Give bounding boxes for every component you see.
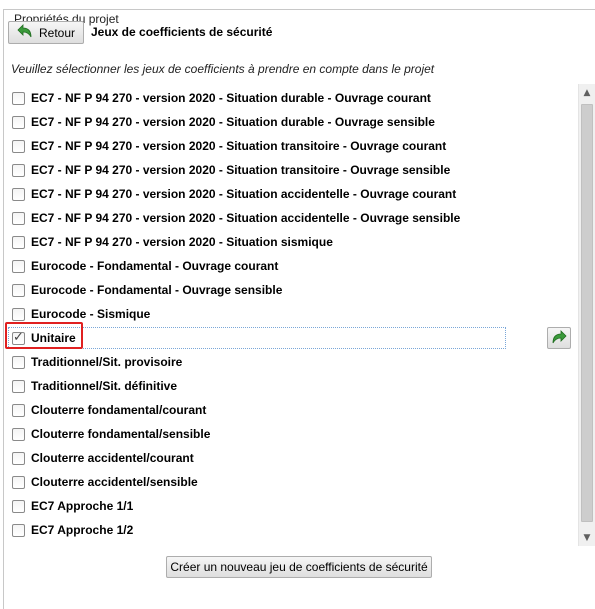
- item-label: EC7 Approche 1/1: [31, 499, 134, 513]
- item-label: Traditionnel/Sit. provisoire: [31, 355, 183, 369]
- item-checkbox[interactable]: [12, 330, 25, 345]
- list-item[interactable]: Clouterre fondamental/courant: [8, 399, 506, 421]
- item-checkbox[interactable]: [12, 451, 25, 465]
- item-checkbox[interactable]: [12, 259, 25, 273]
- item-label: EC7 - NF P 94 270 - version 2020 - Situa…: [31, 115, 435, 129]
- list-item[interactable]: Clouterre fondamental/sensible: [8, 423, 506, 445]
- list-item[interactable]: EC7 - NF P 94 270 - version 2020 - Situa…: [8, 87, 506, 109]
- item-label: Clouterre accidentel/sensible: [31, 475, 198, 489]
- list-item[interactable]: Eurocode - Sismique: [8, 303, 506, 325]
- list-item[interactable]: EC7 - NF P 94 270 - version 2020 - Situa…: [8, 183, 506, 205]
- right-arrow-icon: [551, 329, 567, 347]
- item-label: Clouterre fondamental/sensible: [31, 427, 211, 441]
- item-label: Eurocode - Fondamental - Ouvrage courant: [31, 259, 279, 273]
- item-label: EC7 - NF P 94 270 - version 2020 - Situa…: [31, 235, 333, 249]
- item-label: Unitaire: [31, 331, 76, 345]
- list-item[interactable]: Traditionnel/Sit. définitive: [8, 375, 506, 397]
- list-item[interactable]: EC7 - NF P 94 270 - version 2020 - Situa…: [8, 159, 506, 181]
- list-item[interactable]: EC7 - NF P 94 270 - version 2020 - Situa…: [8, 231, 506, 253]
- list-item[interactable]: Clouterre accidentel/courant: [8, 447, 506, 469]
- back-button-label: Retour: [38, 25, 76, 40]
- item-checkbox[interactable]: [12, 115, 25, 129]
- item-checkbox[interactable]: [12, 307, 25, 321]
- item-checkbox[interactable]: [12, 163, 25, 177]
- item-checkbox[interactable]: [12, 523, 25, 537]
- item-label: Clouterre fondamental/courant: [31, 403, 207, 417]
- create-coefficient-set-button[interactable]: Créer un nouveau jeu de coefficients de …: [166, 556, 432, 578]
- list-item[interactable]: EC7 Approche 1/1: [8, 495, 506, 517]
- item-label: EC7 Approche 1/2: [31, 523, 134, 537]
- list-item[interactable]: Clouterre accidentel/sensible: [8, 471, 506, 493]
- item-checkbox[interactable]: [12, 379, 25, 393]
- vertical-scrollbar[interactable]: ▲ ▼: [578, 84, 595, 546]
- item-checkbox[interactable]: [12, 427, 25, 441]
- back-button[interactable]: Retour: [8, 21, 84, 44]
- item-checkbox[interactable]: [12, 91, 25, 105]
- coefficient-set-list: EC7 - NF P 94 270 - version 2020 - Situa…: [8, 84, 578, 546]
- item-label: EC7 - NF P 94 270 - version 2020 - Situa…: [31, 163, 451, 177]
- scroll-down-icon[interactable]: ▼: [579, 529, 595, 546]
- item-checkbox[interactable]: [12, 499, 25, 513]
- item-checkbox[interactable]: [12, 283, 25, 297]
- page-title: Jeux de coefficients de sécurité: [91, 25, 273, 39]
- scroll-up-icon[interactable]: ▲: [579, 84, 595, 101]
- item-label: Eurocode - Sismique: [31, 307, 151, 321]
- item-checkbox[interactable]: [12, 187, 25, 201]
- list-item[interactable]: Eurocode - Fondamental - Ouvrage sensibl…: [8, 279, 506, 301]
- list-item[interactable]: EC7 - NF P 94 270 - version 2020 - Situa…: [8, 135, 506, 157]
- item-checkbox[interactable]: [12, 475, 25, 489]
- item-checkbox[interactable]: [12, 355, 25, 369]
- list-item[interactable]: Eurocode - Fondamental - Ouvrage courant: [8, 255, 506, 277]
- list-item[interactable]: EC7 - NF P 94 270 - version 2020 - Situa…: [8, 111, 506, 133]
- item-label: EC7 - NF P 94 270 - version 2020 - Situa…: [31, 211, 461, 225]
- list-item[interactable]: Traditionnel/Sit. provisoire: [8, 351, 506, 373]
- item-checkbox[interactable]: [12, 211, 25, 225]
- item-label: EC7 - NF P 94 270 - version 2020 - Situa…: [31, 139, 447, 153]
- item-checkbox[interactable]: [12, 139, 25, 153]
- item-checkbox[interactable]: [12, 403, 25, 417]
- list-item[interactable]: EC7 Approche 1/2: [8, 519, 506, 541]
- list-item[interactable]: Unitaire: [8, 327, 506, 349]
- item-label: Traditionnel/Sit. définitive: [31, 379, 178, 393]
- back-arrow-icon: [17, 24, 33, 41]
- item-label: Clouterre accidentel/courant: [31, 451, 194, 465]
- item-label: Eurocode - Fondamental - Ouvrage sensibl…: [31, 283, 283, 297]
- scroll-thumb[interactable]: [581, 104, 593, 522]
- apply-arrow-button[interactable]: [547, 327, 571, 349]
- list-item[interactable]: EC7 - NF P 94 270 - version 2020 - Situa…: [8, 207, 506, 229]
- item-label: EC7 - NF P 94 270 - version 2020 - Situa…: [31, 187, 457, 201]
- item-label: EC7 - NF P 94 270 - version 2020 - Situa…: [31, 91, 431, 105]
- item-checkbox[interactable]: [12, 235, 25, 249]
- instructions-text: Veuillez sélectionner les jeux de coeffi…: [11, 62, 435, 76]
